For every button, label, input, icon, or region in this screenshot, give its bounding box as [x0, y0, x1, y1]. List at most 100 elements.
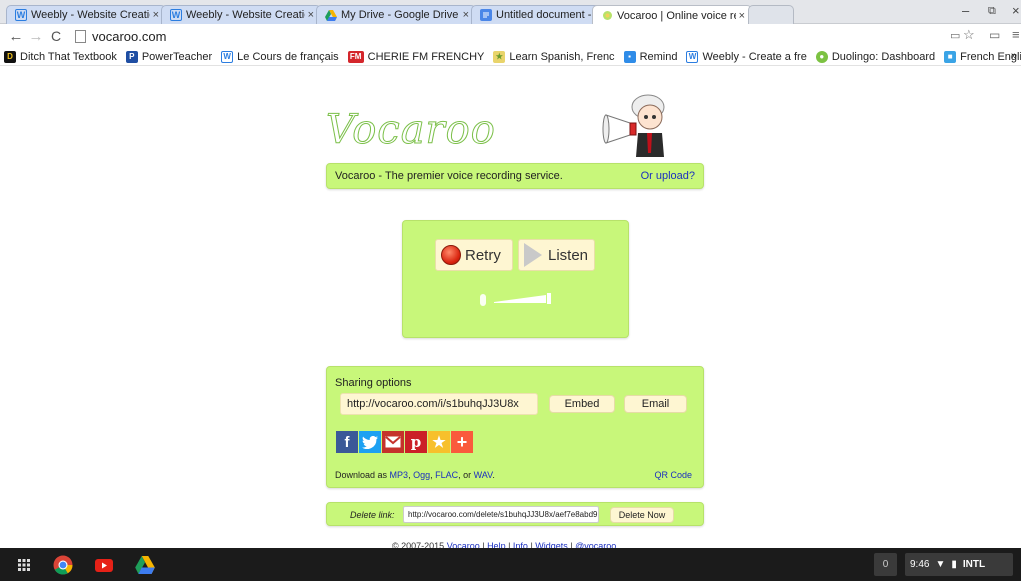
google-docs-icon — [480, 9, 492, 21]
taskbar: 0 9:46 ▼ ▮ INTL — [0, 548, 1021, 581]
retry-button[interactable]: Retry — [435, 239, 513, 271]
browser-toolbar: ← → C vocaroo.com ▭ ☆ ▭ ≡ — [0, 24, 1021, 48]
remind-icon: ▪ — [623, 50, 636, 63]
listen-label: Listen — [548, 246, 589, 264]
google-drive-icon[interactable] — [134, 555, 156, 575]
minimize-icon[interactable]: – — [962, 3, 969, 18]
status-area[interactable]: 9:46 ▼ ▮ INTL — [905, 553, 1013, 576]
sharing-panel: Sharing options http://vocaroo.com/i/s1b… — [326, 366, 704, 488]
bookmark-label: PowerTeacher — [141, 50, 213, 63]
tab-weebly-1[interactable]: W Weebly - Website Creatio × — [6, 5, 166, 24]
download-mp3-link[interactable]: MP3 — [390, 470, 409, 480]
bookmark-duolingo[interactable]: ● Duolingo: Dashboard — [815, 50, 936, 63]
google-drive-icon — [325, 9, 337, 21]
pinterest-icon[interactable]: p — [405, 431, 427, 453]
tab-title: My Drive - Google Drive — [341, 9, 459, 21]
download-links: Download as MP3, Ogg, FLAC, or WAV. — [335, 470, 495, 480]
bookmark-label: Learn Spanish, Frenc — [509, 50, 615, 63]
sharing-title: Sharing options — [335, 377, 412, 389]
download-prefix: Download as — [335, 470, 390, 480]
bookmark-label: Ditch That Textbook — [20, 50, 117, 63]
bookmark-label: CHERIE FM FRENCHY — [367, 50, 485, 63]
delete-url-field[interactable]: http://vocaroo.com/delete/s1buhqJJ3U8x/a… — [403, 506, 599, 523]
bookmark-powerteacher[interactable]: P PowerTeacher — [125, 50, 213, 63]
close-icon[interactable]: × — [308, 9, 314, 21]
forward-icon[interactable]: → — [26, 28, 46, 45]
weebly-icon: W — [221, 50, 234, 63]
bookmark-label: Weebly - Create a fre — [702, 50, 807, 63]
bookmarks-overflow-icon[interactable]: » — [1011, 50, 1017, 62]
embed-button[interactable]: Embed — [549, 395, 615, 413]
record-icon — [441, 245, 461, 265]
restore-icon[interactable]: ⧉ — [988, 5, 996, 18]
download-suffix: . — [492, 470, 495, 480]
upload-link[interactable]: Or upload? — [641, 170, 695, 182]
favorite-star-icon[interactable]: ★ — [428, 431, 450, 453]
delete-label: Delete link: — [350, 510, 395, 520]
news-icon: ■ — [944, 50, 957, 63]
bookmark-weebly[interactable]: W Weebly - Create a fre — [686, 50, 807, 63]
back-icon[interactable]: ← — [6, 28, 26, 45]
chrome-icon[interactable] — [52, 555, 74, 575]
address-text[interactable]: vocaroo.com — [92, 29, 166, 44]
input-method-label: INTL — [962, 559, 986, 570]
reload-icon[interactable]: C — [46, 28, 66, 44]
close-window-icon[interactable]: × — [1012, 3, 1020, 18]
tab-title: Vocaroo | Online voice re — [617, 9, 736, 22]
email-button[interactable]: Email — [624, 395, 687, 413]
tab-weebly-2[interactable]: W Weebly - Website Creatio × — [161, 5, 321, 24]
download-flac-link[interactable]: FLAC — [435, 470, 458, 480]
gmail-icon[interactable] — [382, 431, 404, 453]
new-tab-button[interactable] — [748, 5, 794, 24]
download-wav-link[interactable]: WAV — [474, 470, 493, 480]
page-icon — [75, 29, 86, 43]
twitter-icon[interactable] — [359, 431, 381, 453]
download-ogg-link[interactable]: Ogg — [413, 470, 430, 480]
qr-code-link[interactable]: QR Code — [654, 470, 692, 480]
notification-counter[interactable]: 0 — [874, 553, 897, 576]
tab-title: Weebly - Website Creatio — [186, 9, 305, 21]
addthis-plus-icon[interactable]: + — [451, 431, 473, 453]
bookmark-label: Remind — [639, 50, 678, 63]
address-bar[interactable]: vocaroo.com — [75, 26, 947, 46]
bookmark-le-cours[interactable]: W Le Cours de français — [221, 50, 339, 63]
play-icon — [524, 243, 542, 267]
menu-icon[interactable]: ≡ — [1012, 27, 1020, 42]
delete-now-button[interactable]: Delete Now — [610, 507, 674, 523]
retry-label: Retry — [465, 246, 501, 264]
close-icon[interactable]: × — [463, 9, 469, 21]
bookmark-star-icon[interactable]: ☆ — [963, 27, 975, 43]
tab-title: Weebly - Website Creatio — [31, 9, 150, 21]
close-icon[interactable]: × — [153, 9, 159, 21]
tab-strip: W Weebly - Website Creatio × W Weebly - … — [0, 0, 1021, 25]
volume-level-indicator — [494, 293, 551, 304]
megaphone-mascot-icon — [602, 94, 665, 157]
bookmark-label: Duolingo: Dashboard — [831, 50, 936, 63]
listen-button[interactable]: Listen — [518, 239, 595, 271]
close-icon[interactable]: × — [739, 10, 745, 22]
weebly-icon: W — [170, 9, 182, 21]
powerteacher-icon: P — [125, 50, 138, 63]
share-url-field[interactable]: http://vocaroo.com/i/s1buhqJJ3U8x — [340, 393, 538, 415]
tagline-bar: Vocaroo - The premier voice recording se… — [326, 163, 704, 189]
bookmark-learn-spanish[interactable]: ★ Learn Spanish, Frenc — [493, 50, 615, 63]
cast-icon[interactable]: ▭ — [989, 28, 1000, 42]
tab-vocaroo[interactable]: Vocaroo | Online voice re × — [592, 5, 752, 25]
tab-google-drive[interactable]: My Drive - Google Drive × — [316, 5, 476, 24]
screen-share-icon[interactable]: ▭ — [950, 29, 960, 42]
bookmark-ditch[interactable]: D Ditch That Textbook — [4, 50, 117, 63]
facebook-icon[interactable]: f — [336, 431, 358, 453]
weebly-icon: W — [686, 50, 699, 63]
bookmark-label: Le Cours de français — [237, 50, 339, 63]
bookmark-cherie-fm[interactable]: FM CHERIE FM FRENCHY — [347, 50, 485, 63]
cherie-icon: FM — [347, 50, 364, 63]
microphone-icon — [480, 294, 486, 306]
duolingo-icon: ● — [815, 50, 828, 63]
bookmark-french-english-news[interactable]: ■ French English News — [944, 50, 1021, 63]
tagline-text: Vocaroo - The premier voice recording se… — [335, 170, 563, 182]
ditch-icon: D — [4, 50, 16, 63]
app-launcher-icon[interactable] — [16, 555, 32, 575]
vocaroo-logo[interactable]: Vocaroo — [326, 107, 496, 154]
youtube-icon[interactable] — [93, 555, 115, 575]
bookmark-remind[interactable]: ▪ Remind — [623, 50, 678, 63]
